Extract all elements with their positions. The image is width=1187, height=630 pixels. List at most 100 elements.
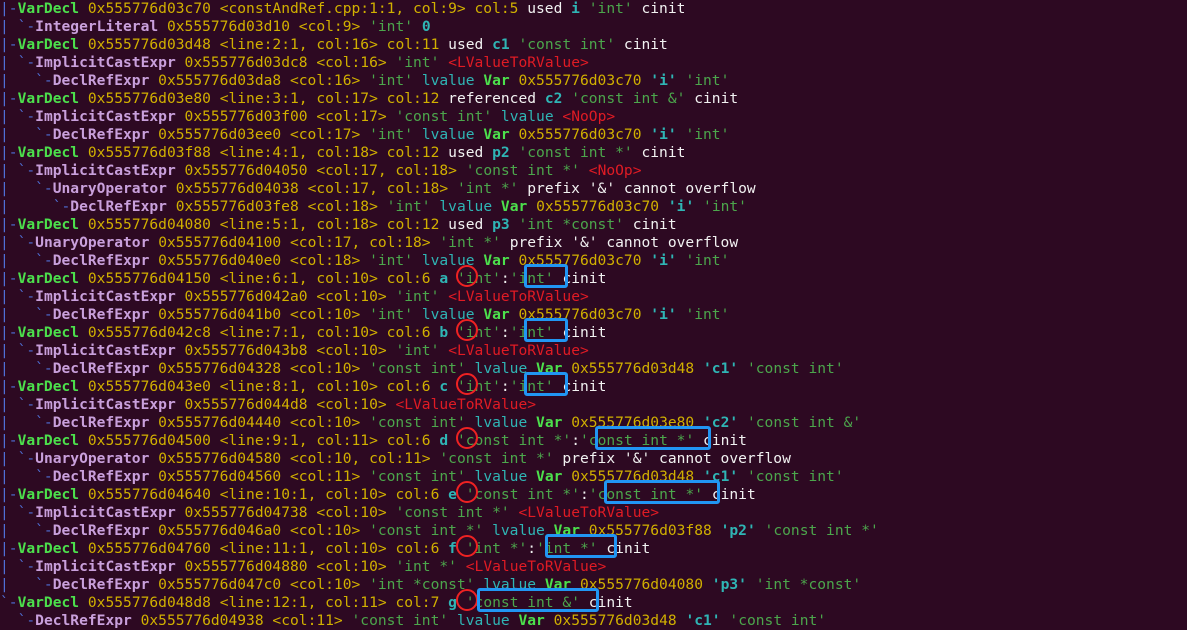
ast-token-loc: <col:10>	[316, 558, 387, 575]
ast-token-addr: 0x555776d03e80	[571, 414, 695, 431]
ast-token-addr: 0x555776d03e80	[87, 90, 211, 107]
ast-token-decl: VarDecl	[17, 540, 80, 557]
ast-token-plain	[475, 72, 484, 89]
ast-token-addr: 0x555776d04938	[140, 612, 264, 629]
ast-token-num: 0	[421, 18, 431, 35]
ast-token-decl: VarDecl	[17, 144, 80, 161]
ast-token-name: 'i'	[650, 306, 677, 323]
ast-token-addr: 0x555776d044d8	[184, 396, 308, 413]
ast-token-tree: `-	[0, 594, 18, 611]
ast-token-plain	[79, 144, 88, 161]
ast-line: | `-ImplicitCastExpr 0x555776d042a0 <col…	[0, 288, 589, 306]
ast-token-plain	[527, 360, 536, 377]
ast-token-plain	[79, 378, 88, 395]
ast-token-plain	[492, 198, 501, 215]
ast-token-name: c2	[544, 90, 563, 107]
ast-token-plain: cinit	[623, 216, 677, 233]
ast-token-plain	[360, 522, 369, 539]
ast-token-type: 'int'	[509, 324, 554, 341]
ast-token-addr: 0x555776d03d48	[553, 612, 677, 629]
ast-token-plain	[132, 612, 141, 629]
ast-token-tree: | `-	[0, 450, 36, 467]
ast-token-name: c	[439, 378, 449, 395]
ast-token-loc: <col:17>	[316, 108, 387, 125]
ast-token-expr: UnaryOperator	[52, 180, 167, 197]
ast-token-plain	[562, 468, 571, 485]
ast-token-plain	[475, 576, 484, 593]
ast-token-loc: col:7	[395, 594, 440, 611]
ast-token-plain: prefix '&' cannot overflow	[553, 450, 791, 467]
ast-token-plain	[211, 90, 220, 107]
ast-token-type: 'const int *'	[518, 144, 633, 161]
ast-token-plain	[448, 612, 457, 629]
ast-token-lval: lvalue	[456, 612, 510, 629]
ast-token-type: 'int'	[369, 18, 414, 35]
ast-token-plain: :	[500, 324, 510, 341]
ast-token-addr: 0x555776d04050	[184, 162, 308, 179]
ast-token-plain	[413, 18, 422, 35]
ast-token-plain: :	[571, 432, 581, 449]
ast-token-plain	[79, 540, 88, 557]
ast-token-plain	[466, 360, 475, 377]
ast-token-plain	[475, 306, 484, 323]
ast-token-type: 'int'	[685, 72, 730, 89]
ast-token-decl: VarDecl	[17, 432, 80, 449]
ast-token-loc: col:6	[386, 378, 431, 395]
ast-line: |-VarDecl 0x555776d03f88 <line:4:1, col:…	[0, 144, 685, 162]
ast-token-tree: | `-	[0, 576, 53, 593]
ast-line: |-VarDecl 0x555776d04640 <line:10:1, col…	[0, 486, 756, 504]
ast-token-varkw: Var	[536, 360, 563, 377]
ast-token-plain	[211, 0, 220, 17]
ast-token-tree: | `-	[0, 306, 53, 323]
ast-token-tree: | `-	[0, 234, 36, 251]
ast-token-plain: cinit	[703, 486, 756, 503]
ast-line: | `-ImplicitCastExpr 0x555776d03dc8 <col…	[0, 54, 589, 72]
ast-token-plain	[378, 378, 387, 395]
ast-token-loc: <line:10:1, col:10>	[219, 486, 387, 503]
ast-token-type: 'const int *'	[465, 486, 580, 503]
ast-token-name: a	[439, 270, 449, 287]
ast-token-plain	[360, 414, 369, 431]
ast-token-plain	[378, 198, 387, 215]
ast-token-name: p3	[492, 216, 510, 233]
ast-token-plain	[176, 54, 185, 71]
ast-token-plain	[281, 72, 290, 89]
ast-token-type: 'int *const'	[518, 216, 624, 233]
ast-token-plain	[167, 180, 176, 197]
ast-token-plain	[738, 468, 747, 485]
ast-token-loc: <line:3:1, col:17>	[219, 90, 378, 107]
ast-token-plain	[378, 270, 387, 287]
ast-token-loc: <col:17, col:18>	[307, 180, 449, 197]
ast-token-plain	[167, 198, 176, 215]
ast-token-type: 'int'	[395, 54, 440, 71]
ast-token-varkw: Var	[536, 414, 563, 431]
ast-token-type: 'int'	[395, 342, 440, 359]
ast-token-plain	[79, 486, 88, 503]
ast-token-plain: used	[518, 0, 572, 17]
ast-token-plain	[703, 576, 712, 593]
ast-token-plain	[360, 72, 369, 89]
ast-token-plain	[439, 288, 448, 305]
ast-token-decl: VarDecl	[17, 324, 80, 341]
ast-token-name: 'c1'	[703, 360, 739, 377]
ast-token-plain	[211, 594, 220, 611]
ast-token-loc: <col:10>	[289, 306, 361, 323]
ast-line: |-VarDecl 0x555776d04080 <line:5:1, col:…	[0, 216, 677, 234]
ast-token-cast: <LValueToRValue>	[448, 342, 589, 359]
ast-token-plain	[176, 342, 185, 359]
ast-token-plain: :	[500, 378, 510, 395]
ast-token-type: 'int'	[509, 378, 554, 395]
ast-token-addr: 0x555776d042a0	[184, 288, 308, 305]
ast-token-plain	[149, 450, 158, 467]
ast-token-type: 'const int'	[351, 612, 449, 629]
ast-token-decl: VarDecl	[17, 378, 80, 395]
ast-token-lval: lvalue	[421, 306, 475, 323]
ast-token-varkw: Var	[536, 468, 563, 485]
ast-token-plain	[562, 360, 571, 377]
ast-token-plain	[290, 18, 299, 35]
ast-token-varkw: Var	[544, 576, 572, 593]
ast-token-tree: |-	[0, 270, 18, 287]
ast-token-loc: <col:9>	[298, 18, 361, 35]
ast-token-plain	[448, 324, 457, 341]
ast-token-type: 'const int *'	[580, 432, 695, 449]
